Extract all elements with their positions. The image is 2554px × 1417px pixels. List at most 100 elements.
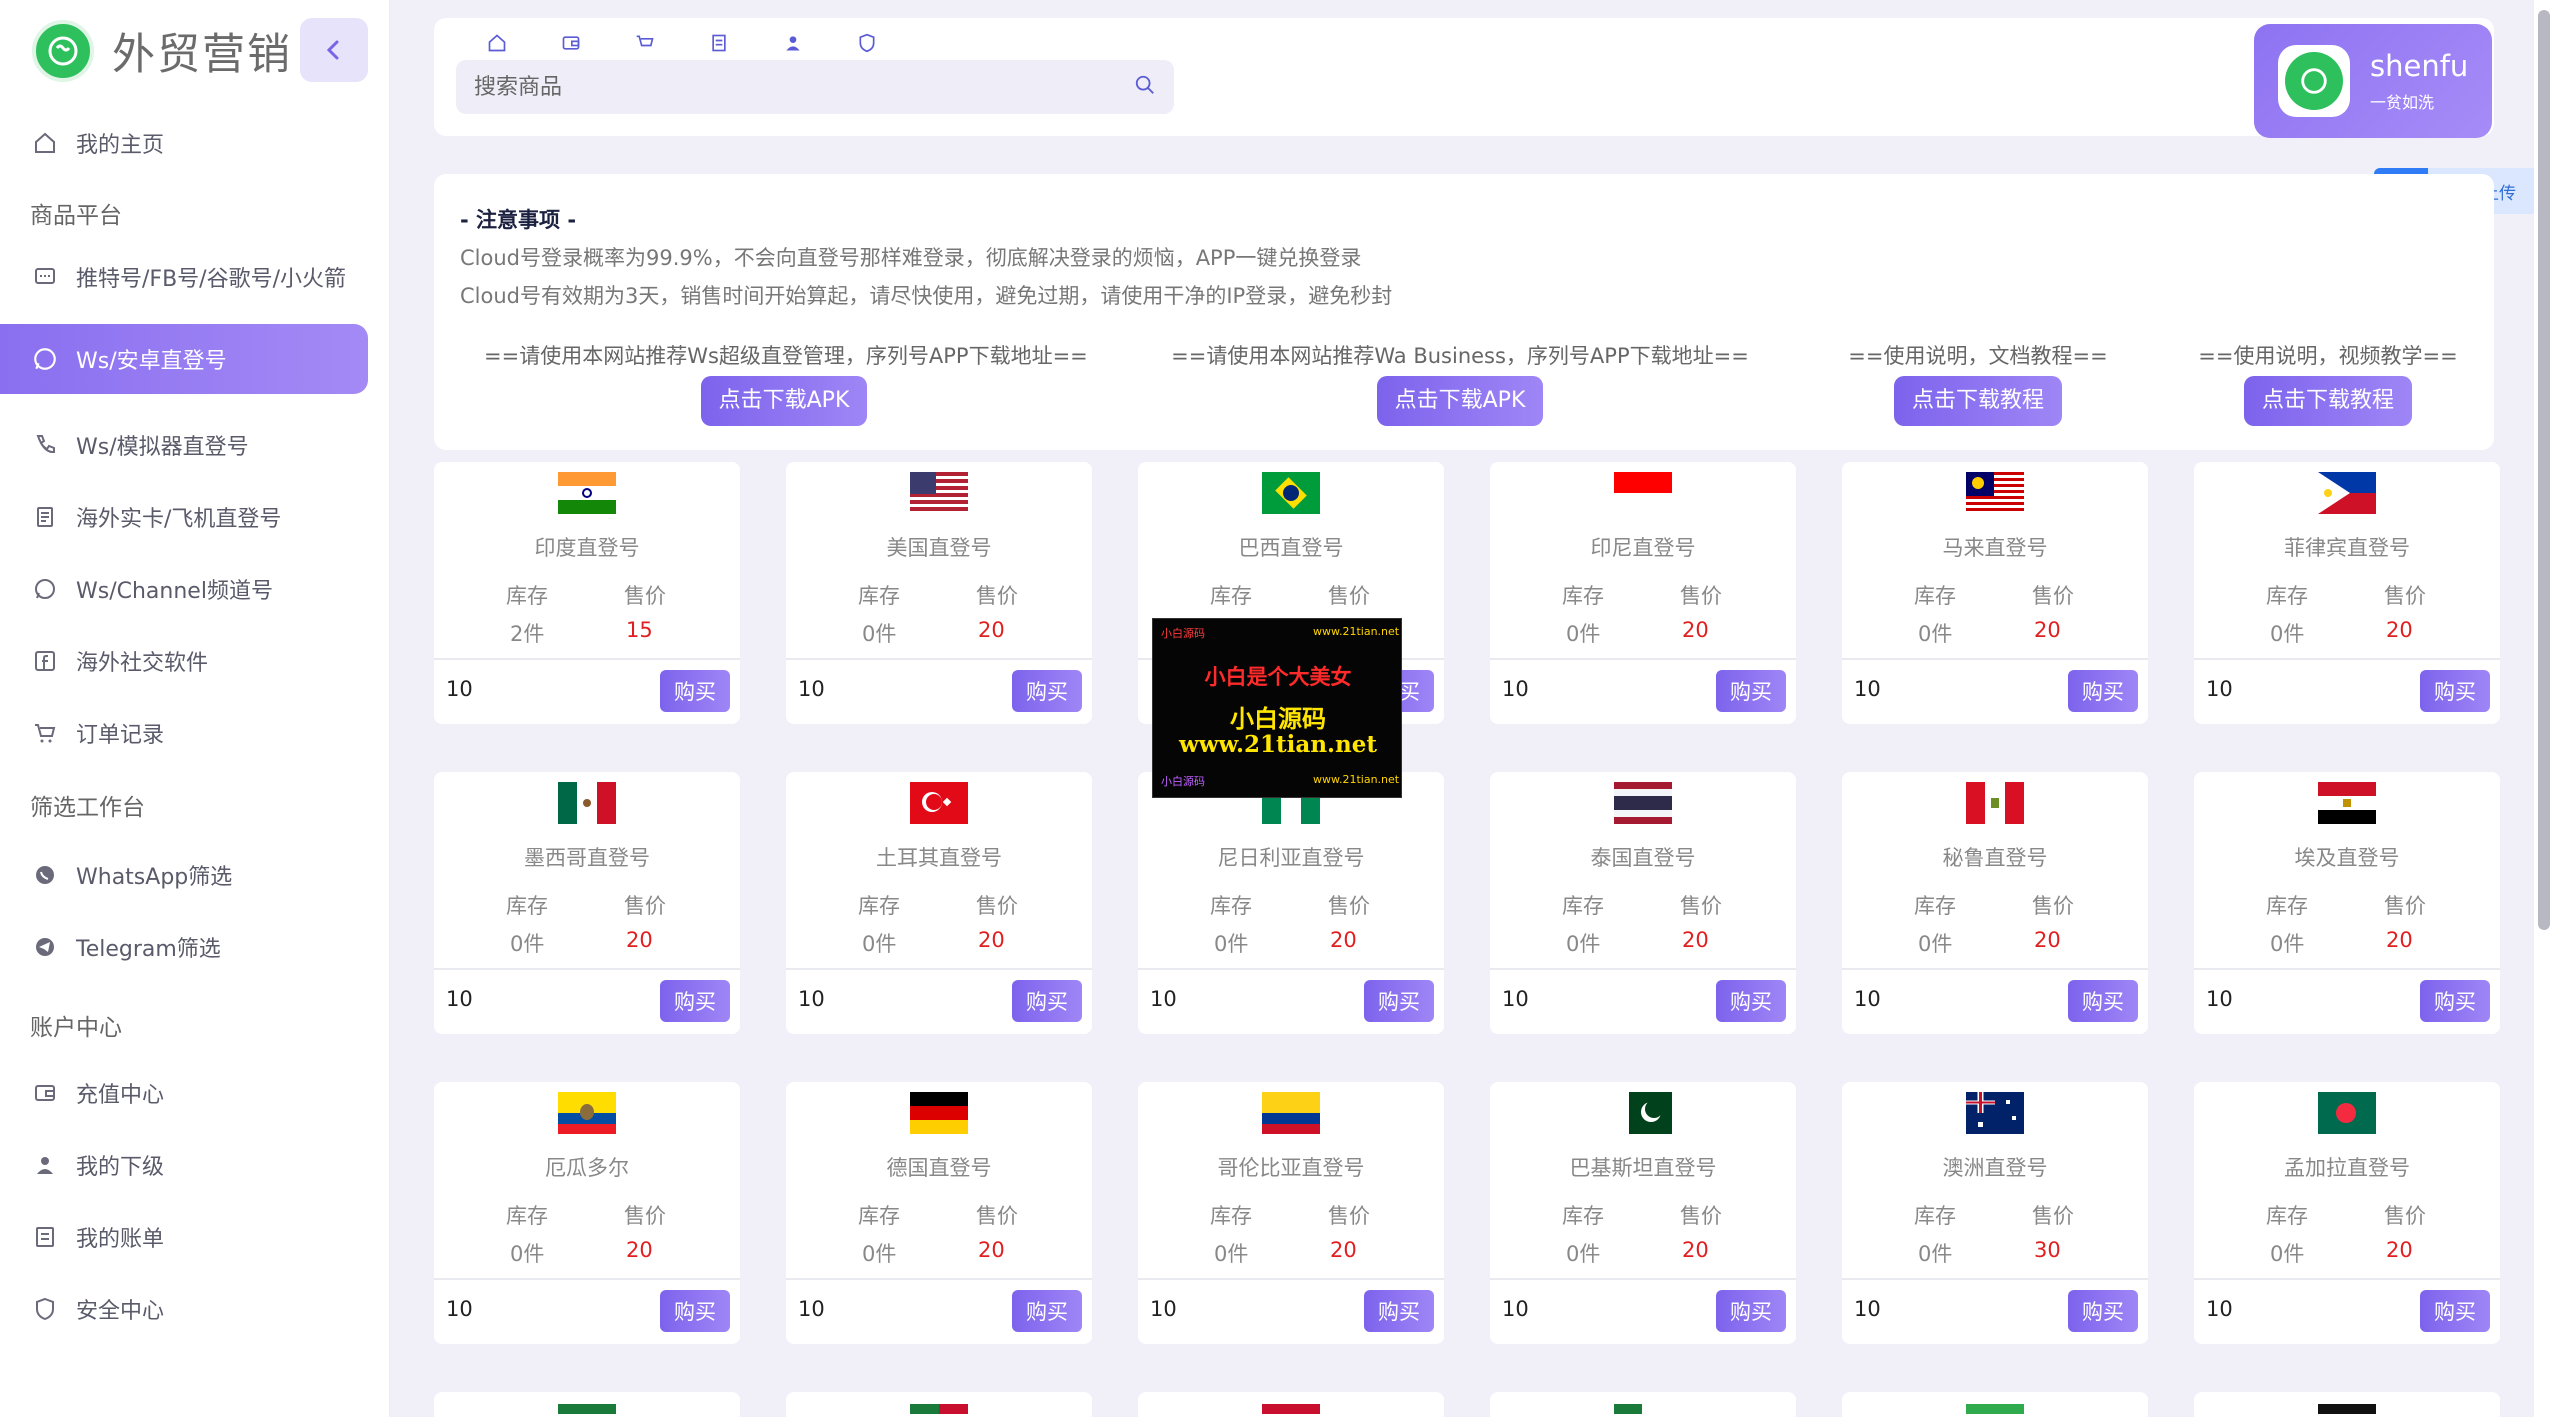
stock-value: 0件 bbox=[862, 622, 897, 646]
quantity-input[interactable] bbox=[1150, 1294, 1330, 1324]
watermark-text: www.21tian.net bbox=[1178, 731, 1378, 758]
quantity-input[interactable] bbox=[1502, 674, 1682, 704]
buy-button[interactable]: 购买 bbox=[2420, 1290, 2490, 1332]
buy-button[interactable]: 购买 bbox=[1012, 980, 1082, 1022]
buy-button[interactable]: 购买 bbox=[2068, 670, 2138, 712]
quantity-input[interactable] bbox=[798, 1294, 978, 1324]
download-apk-button[interactable]: 点击下载APK bbox=[1376, 376, 1544, 426]
flag-ecuador-icon bbox=[558, 1092, 616, 1134]
sidebar-item-social-accounts[interactable]: 推特号/FB号/谷歌号/小火箭 bbox=[0, 242, 368, 312]
sidebar-item-ws-channel[interactable]: Ws/Channel频道号 bbox=[0, 554, 368, 624]
divider bbox=[434, 658, 740, 660]
divider bbox=[1138, 1278, 1444, 1280]
quantity-input[interactable] bbox=[798, 674, 978, 704]
sidebar-item-ws-android[interactable]: Ws/安卓直登号 bbox=[0, 324, 368, 394]
watermark-small: www.21tian.net bbox=[1313, 625, 1400, 638]
flag-india-icon bbox=[558, 472, 616, 514]
scrollbar-thumb[interactable] bbox=[2538, 10, 2550, 930]
download-tutorial-button[interactable]: 点击下载教程 bbox=[1893, 376, 2062, 426]
sidebar-item-label: 安全中心 bbox=[76, 1299, 165, 1324]
quantity-input[interactable] bbox=[446, 1294, 626, 1324]
quantity-input[interactable] bbox=[2206, 674, 2386, 704]
product-name: 墨西哥直登号 bbox=[524, 846, 650, 870]
watermark-small: 小白源码 bbox=[1161, 775, 1205, 788]
search-input[interactable] bbox=[474, 74, 1134, 100]
buy-button[interactable]: 购买 bbox=[1364, 980, 1434, 1022]
buy-button[interactable]: 购买 bbox=[1716, 1290, 1786, 1332]
notice-line: Cloud号有效期为3天，销售时间开始算起，请尽快使用，避免过期，请使用干净的I… bbox=[460, 284, 1393, 308]
sidebar-item-recharge[interactable]: 充值中心 bbox=[0, 1058, 368, 1128]
stock-value: 0件 bbox=[1918, 1242, 1953, 1266]
divider bbox=[1138, 968, 1444, 970]
stock-value: 0件 bbox=[1566, 932, 1601, 956]
divider bbox=[434, 968, 740, 970]
buy-button[interactable]: 购买 bbox=[1364, 1290, 1434, 1332]
sidebar-item-label: Ws/模拟器直登号 bbox=[76, 435, 249, 460]
divider bbox=[1842, 968, 2148, 970]
sidebar-item-orders[interactable]: 订单记录 bbox=[0, 698, 368, 768]
buy-button[interactable]: 购买 bbox=[2068, 1290, 2138, 1332]
sidebar-item-telegram-filter[interactable]: Telegram筛选 bbox=[0, 912, 368, 982]
buy-button[interactable]: 购买 bbox=[1716, 980, 1786, 1022]
price-label: 售价 bbox=[624, 584, 666, 608]
download-caption: ==使用说明，视频教学== bbox=[2198, 344, 2458, 368]
sidebar-item-security[interactable]: 安全中心 bbox=[0, 1274, 368, 1344]
quantity-input[interactable] bbox=[1502, 984, 1682, 1014]
watermark-text: 小白是个大美女 bbox=[1204, 664, 1352, 689]
buy-button[interactable]: 购买 bbox=[1012, 670, 1082, 712]
quantity-input[interactable] bbox=[2206, 984, 2386, 1014]
sidebar-item-social-software[interactable]: 海外社交软件 bbox=[0, 626, 368, 696]
brand[interactable]: 外贸营销 bbox=[32, 20, 292, 82]
product-name: 孟加拉直登号 bbox=[2284, 1156, 2410, 1180]
buy-button[interactable]: 购买 bbox=[2420, 980, 2490, 1022]
buy-button[interactable]: 购买 bbox=[660, 1290, 730, 1332]
price-value: 20 bbox=[978, 1238, 1005, 1262]
product-name: 巴基斯坦直登号 bbox=[1569, 1156, 1717, 1180]
sidebar-item-ws-emulator[interactable]: Ws/模拟器直登号 bbox=[0, 410, 368, 480]
user-card[interactable]: shenfu 一贫如洗 bbox=[2254, 24, 2492, 138]
flag-peru-icon bbox=[1966, 782, 2024, 824]
stock-value: 0件 bbox=[2270, 932, 2305, 956]
buy-button[interactable]: 购买 bbox=[1716, 670, 1786, 712]
product-name: 埃及直登号 bbox=[2294, 846, 2400, 870]
buy-button[interactable]: 购买 bbox=[2420, 670, 2490, 712]
collapse-sidebar-button[interactable] bbox=[300, 18, 368, 82]
wallet-icon bbox=[30, 1078, 60, 1108]
quantity-input[interactable] bbox=[1150, 984, 1330, 1014]
buy-button[interactable]: 购买 bbox=[2068, 980, 2138, 1022]
product-name: 印尼直登号 bbox=[1590, 536, 1696, 560]
document-icon bbox=[30, 502, 60, 532]
search-icon[interactable] bbox=[1134, 74, 1156, 100]
quantity-input[interactable] bbox=[2206, 1294, 2386, 1324]
quantity-input[interactable] bbox=[1854, 984, 2034, 1014]
price-value: 20 bbox=[2386, 1238, 2413, 1262]
quantity-input[interactable] bbox=[1502, 1294, 1682, 1324]
scrollbar[interactable] bbox=[2534, 0, 2554, 1417]
download-caption: ==使用说明，文档教程== bbox=[1848, 344, 2108, 368]
download-apk-button[interactable]: 点击下载APK bbox=[700, 376, 868, 426]
download-tutorial-button[interactable]: 点击下载教程 bbox=[2243, 376, 2412, 426]
product-name: 土耳其直登号 bbox=[876, 846, 1002, 870]
sidebar-item-subordinates[interactable]: 我的下级 bbox=[0, 1130, 368, 1200]
sidebar-item-bills[interactable]: 我的账单 bbox=[0, 1202, 368, 1272]
quantity-input[interactable] bbox=[798, 984, 978, 1014]
product-card: 印尼直登号库存 售价 0件 20 购买 bbox=[1490, 462, 1796, 724]
sidebar-item-label: 海外社交软件 bbox=[76, 651, 209, 676]
sidebar-item-overseas-sim[interactable]: 海外实卡/飞机直登号 bbox=[0, 482, 368, 552]
divider bbox=[1490, 658, 1796, 660]
divider bbox=[2194, 968, 2500, 970]
product-card: 尼日利亚直登号库存 售价 0件 20 购买 bbox=[1138, 772, 1444, 1034]
quantity-input[interactable] bbox=[446, 984, 626, 1014]
buy-button[interactable]: 购买 bbox=[660, 670, 730, 712]
quantity-input[interactable] bbox=[1854, 1294, 2034, 1324]
stock-label: 库存 bbox=[1210, 584, 1252, 608]
quantity-input[interactable] bbox=[446, 674, 626, 704]
sidebar-item-home[interactable]: 我的主页 bbox=[0, 108, 368, 178]
product-card: 泰国直登号库存 售价 0件 20 购买 bbox=[1490, 772, 1796, 1034]
buy-button[interactable]: 购买 bbox=[1012, 1290, 1082, 1332]
sidebar-item-whatsapp-filter[interactable]: WhatsApp筛选 bbox=[0, 840, 368, 910]
price-label: 售价 bbox=[624, 894, 666, 918]
product-card bbox=[786, 1392, 1092, 1417]
buy-button[interactable]: 购买 bbox=[660, 980, 730, 1022]
quantity-input[interactable] bbox=[1854, 674, 2034, 704]
